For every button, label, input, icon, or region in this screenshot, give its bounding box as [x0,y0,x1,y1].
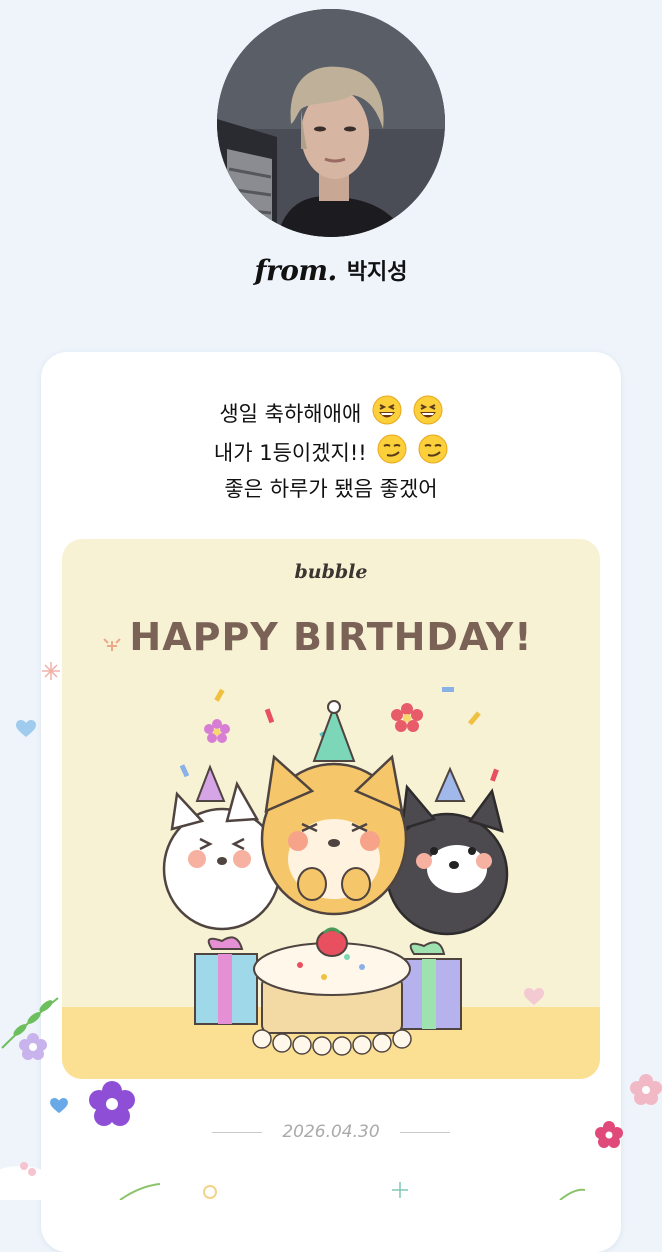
bubble-logo: bubble [294,561,368,583]
sparkle-icon [42,662,60,680]
sender-row: from. 박지성 [0,250,662,290]
message-line-1: 생일 축하해애애 [41,395,621,434]
message-text: 생일 축하해애애 내가 1등이겠지!! 좋은 하루가 됐음 좋겠어 [41,395,621,505]
purple-flower-icon [89,1081,135,1126]
heart-icon [16,720,36,737]
date-divider-right [399,1131,450,1133]
grinning-squinting-face-icon [413,395,443,434]
sender-name[interactable]: 박지성 [347,254,408,286]
flower-icon [630,1074,662,1105]
pink-flower-icon [595,1121,623,1148]
message-date: 2026.04.30 [282,1122,380,1142]
flower-icon [19,1033,47,1060]
message-line-2: 내가 1등이겠지!! [41,434,621,473]
bottom-floral-border [0,1162,586,1200]
sender-avatar[interactable] [217,9,445,237]
smirking-face-icon [418,434,448,473]
heart-icon [524,988,544,1005]
birthday-card-image[interactable]: bubble HAPPY BIRTHDAY! [62,539,600,1079]
from-label: from. [254,253,337,287]
avatar-photo [217,9,445,237]
happy-birthday-title: HAPPY BIRTHDAY! [129,615,533,659]
message-line-3: 좋은 하루가 됐음 좋겠어 [224,477,438,501]
grinning-squinting-face-icon [372,395,402,434]
smirking-face-icon [377,434,407,473]
heart-icon [50,1098,68,1114]
date-divider-left [212,1131,263,1133]
